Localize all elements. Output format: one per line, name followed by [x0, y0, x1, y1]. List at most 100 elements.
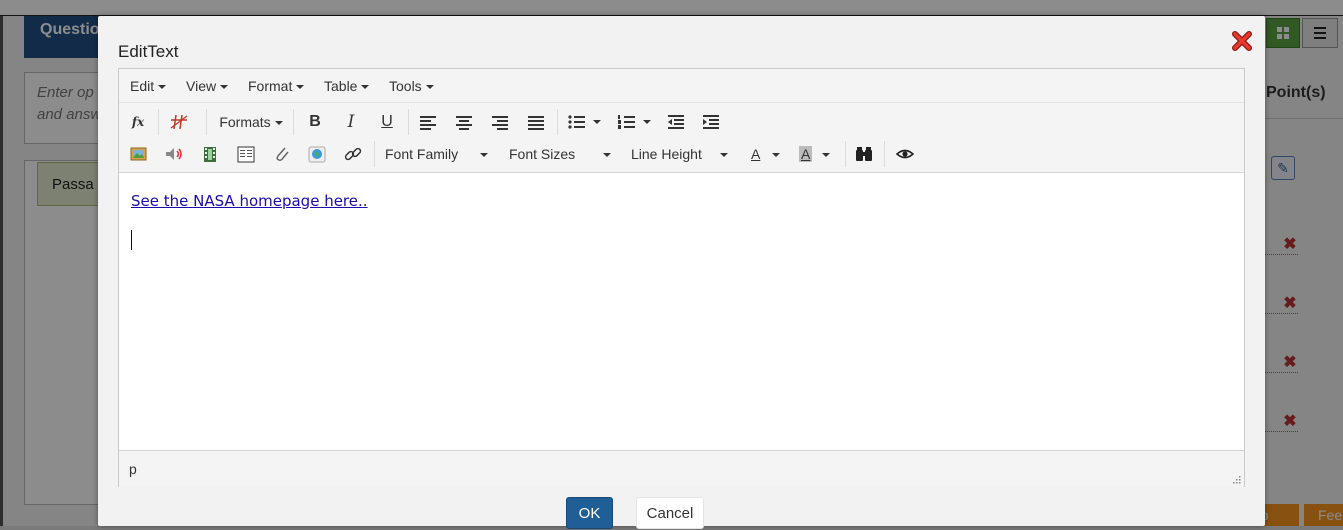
font-sizes-label: Font Sizes [509, 146, 576, 162]
menu-label: View [186, 78, 217, 94]
align-center-button[interactable] [453, 110, 475, 134]
text-color-button[interactable]: A [749, 142, 789, 166]
paperclip-icon [276, 147, 289, 161]
insert-audio-button[interactable] [163, 142, 185, 166]
element-path[interactable]: p [129, 461, 137, 477]
menu-label: Table [324, 78, 358, 94]
menu-label: Format [248, 78, 293, 94]
rich-text-editor: Edit View Format Table Tools fx Formats … [118, 68, 1245, 487]
bold-button[interactable]: B [305, 110, 325, 134]
text-cursor [131, 230, 132, 250]
align-right-button[interactable] [489, 110, 511, 134]
toolbar-separator [374, 141, 375, 167]
formats-label: Formats [219, 114, 271, 130]
align-justify-icon [528, 116, 544, 130]
toolbar-separator [293, 109, 294, 135]
insert-image-button[interactable] [128, 142, 150, 166]
line-height-dropdown[interactable]: Line Height [631, 142, 739, 166]
font-family-label: Font Family [385, 146, 459, 162]
align-right-icon [492, 116, 508, 130]
ok-button[interactable]: OK [566, 497, 613, 529]
image-icon [130, 147, 147, 161]
align-justify-button[interactable] [525, 110, 547, 134]
caret-down-icon [158, 85, 167, 90]
insert-web-button[interactable] [306, 142, 328, 166]
bg-color-icon: A [799, 146, 813, 162]
underline-button[interactable]: U [377, 110, 397, 134]
preview-button[interactable] [894, 142, 916, 166]
caret-down-icon [603, 153, 612, 158]
menu-label: Edit [130, 78, 155, 94]
menu-table[interactable]: Table [324, 78, 370, 94]
indent-icon [703, 115, 719, 129]
numbered-list-button[interactable] [615, 110, 655, 134]
formats-dropdown[interactable]: Formats [215, 110, 287, 134]
caret-down-icon [220, 85, 229, 90]
find-replace-button[interactable] [853, 142, 875, 166]
trailing-text: . [362, 192, 368, 210]
text-color-icon: A [751, 146, 761, 162]
outdent-icon [668, 115, 684, 129]
font-family-dropdown[interactable]: Font Family [385, 142, 495, 166]
align-left-icon [420, 116, 436, 130]
toolbar-separator [408, 109, 409, 135]
toolbar-separator [206, 109, 207, 135]
document-icon [237, 146, 255, 163]
cancel-button[interactable]: Cancel [636, 497, 704, 529]
indent-button[interactable] [700, 110, 722, 134]
caret-down-icon [296, 85, 305, 90]
italic-button[interactable]: I [341, 110, 361, 134]
menu-format[interactable]: Format [248, 78, 305, 94]
close-button[interactable] [1231, 30, 1253, 52]
toolbar-separator [158, 109, 159, 135]
editor-content[interactable]: See the NASA homepage here.. [119, 174, 1244, 450]
numbered-list-icon [618, 115, 651, 129]
caret-down-icon [480, 153, 489, 158]
menu-view[interactable]: View [186, 78, 229, 94]
link-icon [344, 147, 362, 161]
menu-tools[interactable]: Tools [389, 78, 434, 94]
menu-edit[interactable]: Edit [130, 78, 167, 94]
globe-icon [308, 146, 326, 163]
editor-toolbar: fx Formats B I U Font Family Font Sizes … [119, 103, 1244, 173]
close-icon [1232, 31, 1252, 51]
resize-grip-icon [1233, 476, 1241, 484]
toolbar-separator [845, 141, 846, 167]
underline-icon: U [381, 113, 393, 130]
italic-icon: I [347, 112, 355, 132]
bullet-list-icon [568, 115, 601, 129]
outdent-button[interactable] [665, 110, 687, 134]
insert-link-button[interactable] [342, 142, 364, 166]
font-sizes-dropdown[interactable]: Font Sizes [509, 142, 617, 166]
dialog-title: EditText [118, 42, 179, 61]
nasa-homepage-link[interactable]: See the NASA homepage here.. [131, 192, 368, 210]
edit-text-dialog: EditText Edit View Format Table Tools fx [98, 16, 1265, 529]
strikeout-formula-button[interactable] [167, 110, 191, 134]
caret-down-icon [772, 153, 781, 158]
caret-down-icon [361, 85, 370, 90]
caret-down-icon [822, 153, 831, 158]
binoculars-icon [856, 147, 872, 161]
film-icon [204, 147, 216, 162]
line-height-label: Line Height [631, 146, 702, 162]
toolbar-separator [557, 109, 558, 135]
caret-down-icon [425, 85, 434, 90]
bullet-list-button[interactable] [565, 110, 605, 134]
formula-icon: fx [131, 115, 145, 129]
background-color-button[interactable]: A [799, 142, 839, 166]
editor-statusbar: p [119, 450, 1244, 487]
strike-hash-icon [170, 114, 188, 130]
toolbar-separator [884, 141, 885, 167]
link-text[interactable]: See the NASA homepage here. [131, 192, 363, 210]
editor-menubar: Edit View Format Table Tools [119, 69, 1244, 103]
resize-handle[interactable] [1231, 474, 1241, 484]
insert-video-button[interactable] [199, 142, 221, 166]
attach-file-button[interactable] [271, 142, 293, 166]
eye-icon [895, 149, 915, 159]
speaker-icon [166, 148, 182, 160]
insert-document-button[interactable] [235, 142, 257, 166]
align-left-button[interactable] [417, 110, 439, 134]
caret-down-icon [719, 153, 728, 158]
align-center-icon [456, 116, 472, 130]
formula-button[interactable]: fx [128, 110, 148, 134]
